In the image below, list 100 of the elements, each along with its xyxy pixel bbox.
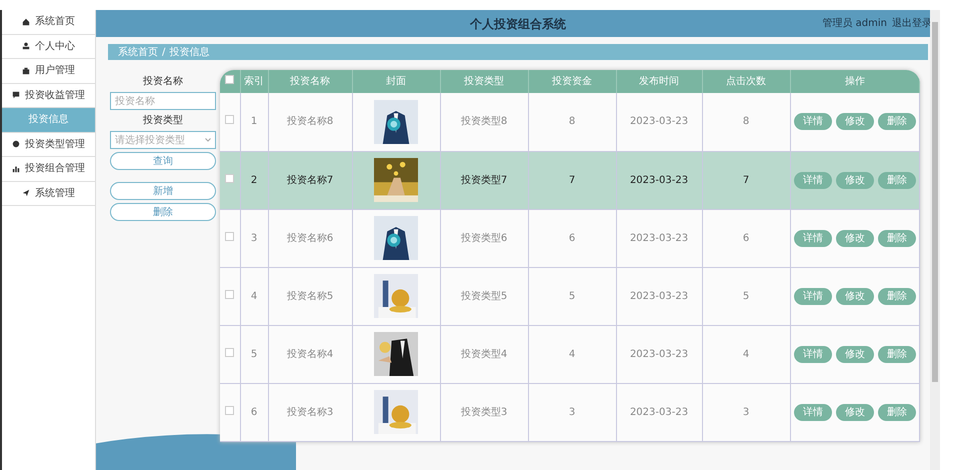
table-cell: 4 bbox=[528, 325, 616, 383]
table-cell: 投资名称5 bbox=[268, 267, 352, 325]
type-select[interactable]: 请选择投资类型 bbox=[110, 131, 216, 149]
table-cell: 2023-03-23 bbox=[616, 151, 702, 209]
action-button[interactable]: 修改 bbox=[836, 288, 874, 304]
sidebar-item[interactable]: 投资信息 bbox=[2, 108, 95, 132]
field-label: 投资类型 bbox=[143, 114, 183, 128]
action-button[interactable]: 修改 bbox=[836, 404, 874, 420]
action-button[interactable]: 修改 bbox=[836, 113, 874, 130]
action-button[interactable]: 删除 bbox=[878, 113, 916, 130]
action-button[interactable]: 详情 bbox=[794, 230, 832, 246]
table-cell: 3 bbox=[528, 383, 616, 441]
action-button[interactable]: 详情 bbox=[794, 346, 832, 362]
column-header: 索引 bbox=[240, 70, 268, 93]
column-header: 投资类型 bbox=[440, 70, 528, 93]
table-cell: 8 bbox=[528, 93, 616, 151]
table-cell: 5 bbox=[702, 267, 790, 325]
table-cell: 5 bbox=[240, 325, 268, 383]
action-button[interactable]: 修改 bbox=[836, 172, 874, 188]
table-cell: 3 bbox=[702, 383, 790, 441]
column-header: 封面 bbox=[352, 70, 440, 93]
table-cell: 5 bbox=[528, 267, 616, 325]
table-cell: 2023-03-23 bbox=[616, 267, 702, 325]
action-button[interactable]: 详情 bbox=[794, 404, 832, 420]
table-cell: 投资名称4 bbox=[268, 325, 352, 383]
app-title: 个人投资组合系统 bbox=[468, 16, 567, 32]
sidebar-item[interactable]: 系统首页 bbox=[2, 10, 95, 34]
table-cell: 投资类型7 bbox=[440, 151, 528, 209]
action-button[interactable]: 删除 bbox=[878, 346, 916, 362]
table-cell: 7 bbox=[702, 151, 790, 209]
breadcrumb-current: 投资信息 bbox=[169, 46, 210, 60]
scrollbar-thumb[interactable] bbox=[932, 22, 938, 382]
table-cell: 8 bbox=[702, 93, 790, 151]
action-button[interactable]: 详情 bbox=[794, 172, 832, 188]
table-cell: 投资类型3 bbox=[440, 383, 528, 441]
row-checkbox[interactable] bbox=[225, 115, 234, 124]
table-cell: 4 bbox=[240, 267, 268, 325]
action-button[interactable]: 详情 bbox=[794, 288, 832, 304]
table-cell: 6 bbox=[240, 383, 268, 441]
action-button[interactable]: 修改 bbox=[836, 346, 874, 362]
row-checkbox[interactable] bbox=[225, 348, 234, 356]
action-button[interactable]: 删除 bbox=[878, 288, 916, 304]
column-header: 操作 bbox=[790, 70, 920, 93]
table-cell: 投资类型8 bbox=[440, 93, 528, 151]
table-cell: 投资类型6 bbox=[440, 209, 528, 267]
row-checkbox[interactable] bbox=[225, 406, 234, 414]
row-checkbox[interactable] bbox=[225, 174, 234, 182]
table-cell: 6 bbox=[702, 209, 790, 267]
sidebar-item[interactable]: 系统管理 bbox=[2, 182, 95, 206]
briefcase-icon bbox=[22, 66, 30, 75]
table-row[interactable]: 2 投资名称7 投资类型7 7 2023-03-23 7 详情 修改 删除 bbox=[220, 151, 920, 209]
table-cell: 3 bbox=[240, 209, 268, 267]
sidebar-item[interactable]: 用户管理 bbox=[2, 59, 95, 84]
sidebar-item[interactable]: 个人中心 bbox=[2, 34, 95, 59]
table-row[interactable]: 6 投资名称3 投资类型3 3 2023-03-23 3 详情 修改 删除 bbox=[220, 383, 920, 441]
breadcrumb-home[interactable]: 系统首页 bbox=[118, 44, 158, 60]
table-cell: 2023-03-23 bbox=[616, 383, 702, 441]
table-cell: 2 bbox=[240, 151, 268, 209]
action-button[interactable]: 详情 bbox=[794, 113, 832, 130]
table-row[interactable]: 1 投资名称8 投资类型8 8 2023-03-23 8 详情 修改 删除 bbox=[220, 93, 920, 151]
column-header: 发布时间 bbox=[616, 70, 702, 93]
action-button[interactable]: 删除 bbox=[878, 230, 916, 246]
table-cell: 投资类型5 bbox=[440, 267, 528, 325]
table-cell: 2023-03-23 bbox=[616, 93, 702, 151]
table-cell: 6 bbox=[528, 209, 616, 267]
table-cell: 投资名称6 bbox=[268, 209, 352, 267]
table-row[interactable]: 3 投资名称6 投资类型6 6 2023-03-23 6 详情 修改 删除 bbox=[220, 209, 920, 267]
field-label: 投资名称 bbox=[143, 74, 183, 89]
table-row[interactable]: 4 投资名称5 投资类型5 5 2023-03-23 5 详情 修改 删除 bbox=[220, 267, 920, 325]
chat-icon bbox=[12, 91, 20, 100]
bar-chart-icon bbox=[12, 164, 20, 173]
table-cell: 投资名称3 bbox=[268, 383, 352, 441]
name-search-field[interactable]: 投资名称 bbox=[110, 92, 216, 110]
sidebar-item[interactable]: 投资类型管理 bbox=[2, 132, 95, 157]
select-all-checkbox[interactable] bbox=[225, 75, 234, 84]
logout-link[interactable]: 退出登录 bbox=[892, 16, 932, 31]
column-header: 投资名称 bbox=[268, 70, 352, 93]
table-cell: 投资类型4 bbox=[440, 325, 528, 383]
table-cell: 2023-03-23 bbox=[616, 325, 702, 383]
action-button[interactable]: 修改 bbox=[836, 230, 874, 246]
chevron-down-icon bbox=[205, 138, 211, 142]
sidebar-item[interactable]: 投资组合管理 bbox=[2, 157, 95, 182]
column-header: 点击次数 bbox=[702, 70, 790, 93]
row-checkbox[interactable] bbox=[225, 290, 234, 298]
query-button[interactable]: 查询 bbox=[110, 152, 216, 170]
table-cell: 投资名称8 bbox=[268, 93, 352, 151]
table-cell: 投资名称7 bbox=[268, 151, 352, 209]
home-icon bbox=[22, 18, 30, 26]
action-button[interactable]: 删除 bbox=[878, 404, 916, 420]
table-cell: 2023-03-23 bbox=[616, 209, 702, 267]
add-button[interactable]: 新增 bbox=[110, 182, 216, 200]
table-row[interactable]: 5 投资名称4 投资类型4 4 2023-03-23 4 详情 修改 删除 bbox=[220, 325, 920, 383]
person-icon bbox=[22, 42, 30, 50]
send-icon bbox=[22, 189, 30, 198]
action-button[interactable]: 删除 bbox=[878, 172, 916, 188]
row-checkbox[interactable] bbox=[225, 232, 234, 240]
user-label: 管理员 admin bbox=[822, 17, 887, 31]
table-cell: 1 bbox=[240, 93, 268, 151]
delete-button[interactable]: 删除 bbox=[110, 203, 216, 221]
table-cell: 7 bbox=[528, 151, 616, 209]
